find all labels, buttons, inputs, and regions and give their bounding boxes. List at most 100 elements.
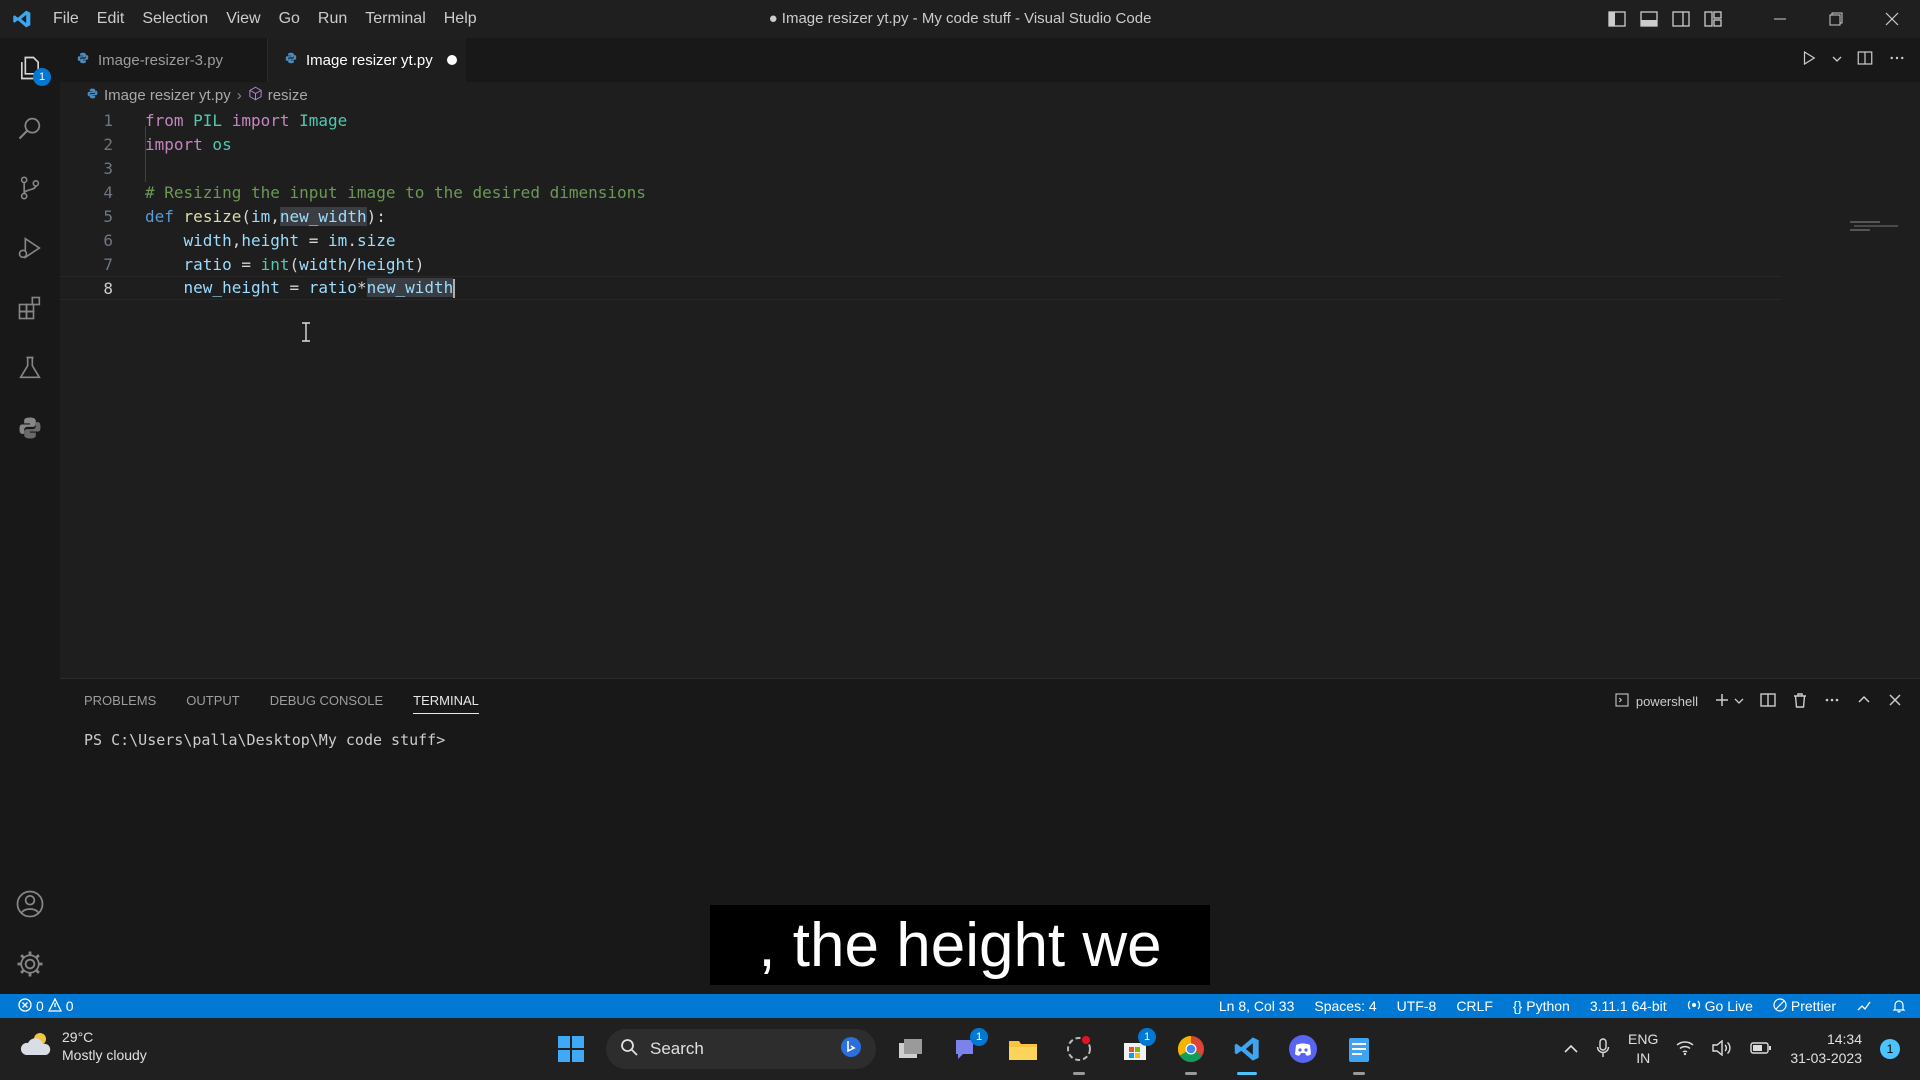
toggle-secondary-sidebar-icon[interactable] xyxy=(1670,9,1692,29)
active-indicator xyxy=(1237,1072,1257,1075)
braces-icon: {} xyxy=(1512,998,1523,1014)
tab-image-resizer-3[interactable]: Image-resizer-3.py xyxy=(60,38,268,82)
tab-image-resizer-yt[interactable]: Image resizer yt.py xyxy=(268,38,466,82)
weather-widget[interactable]: 29°C Mostly cloudy xyxy=(20,1028,147,1064)
breadcrumb-symbol[interactable]: resize xyxy=(268,87,308,104)
menu-help[interactable]: Help xyxy=(435,10,486,28)
menu-terminal[interactable]: Terminal xyxy=(356,10,434,28)
breadcrumb-file[interactable]: Image resizer yt.py xyxy=(104,87,231,104)
show-hidden-icons-chevron-up-icon[interactable] xyxy=(1564,1041,1578,1057)
customize-layout-icon[interactable] xyxy=(1702,9,1724,29)
clock[interactable]: 14:34 31-03-2023 xyxy=(1790,1030,1862,1068)
split-editor-icon[interactable] xyxy=(1856,49,1874,72)
chrome-icon[interactable] xyxy=(1170,1028,1212,1075)
python-file-icon xyxy=(284,51,298,69)
code-text: def resize(im,new_width): xyxy=(145,206,386,226)
battery-icon[interactable] xyxy=(1750,1041,1772,1058)
run-python-file-icon[interactable] xyxy=(1800,49,1818,72)
tab-label: Image-resizer-3.py xyxy=(98,51,224,69)
code-text: import os xyxy=(145,134,232,154)
file-explorer-icon[interactable] xyxy=(1002,1028,1044,1070)
split-terminal-icon[interactable] xyxy=(1760,692,1776,711)
python-icon[interactable] xyxy=(0,398,60,458)
wifi-icon[interactable] xyxy=(1676,1040,1694,1059)
windows-start-icon[interactable] xyxy=(550,1028,592,1070)
file-encoding[interactable]: UTF-8 xyxy=(1397,998,1437,1014)
vscode-taskbar-icon[interactable] xyxy=(1226,1028,1268,1075)
explorer-icon[interactable]: 1 xyxy=(0,38,60,98)
taskbar-search[interactable]: Search xyxy=(606,1029,876,1069)
problems-status[interactable]: 0 0 xyxy=(18,997,74,1015)
tab-output[interactable]: OUTPUT xyxy=(186,693,239,714)
microsoft-store-icon[interactable]: 1 xyxy=(1114,1028,1156,1070)
run-dropdown-chevron-icon[interactable] xyxy=(1832,51,1842,69)
search-label: Search xyxy=(650,1039,704,1058)
language-mode[interactable]: {} Python xyxy=(1513,998,1570,1014)
run-debug-icon[interactable] xyxy=(0,218,60,278)
python-interpreter[interactable]: 3.11.1 64-bit xyxy=(1590,998,1667,1014)
more-actions-icon[interactable] xyxy=(1888,49,1906,72)
line-number: 6 xyxy=(103,230,113,250)
terminal-shell-selector[interactable]: powershell xyxy=(1614,692,1698,711)
feedback-icon[interactable] xyxy=(1856,999,1872,1013)
line-number: 5 xyxy=(103,206,113,226)
running-indicator xyxy=(1185,1072,1197,1075)
notification-center-badge[interactable]: 1 xyxy=(1880,1039,1900,1059)
code-text: from PIL import Image xyxy=(145,110,348,130)
search-icon[interactable] xyxy=(0,98,60,158)
menu-view[interactable]: View xyxy=(217,10,269,28)
extensions-icon[interactable] xyxy=(0,278,60,338)
activity-bar: 1 xyxy=(0,38,60,994)
microphone-icon[interactable] xyxy=(1596,1037,1610,1061)
tab-terminal[interactable]: TERMINAL xyxy=(413,693,479,714)
prettier-status[interactable]: Prettier xyxy=(1773,997,1836,1015)
prettier-label: Prettier xyxy=(1790,998,1836,1014)
go-live-button[interactable]: Go Live xyxy=(1687,998,1753,1015)
teams-chat-icon[interactable]: 1 xyxy=(946,1028,988,1070)
toggle-primary-sidebar-icon[interactable] xyxy=(1606,9,1628,29)
close-window-icon[interactable] xyxy=(1864,0,1920,38)
terminal-prompt[interactable]: PS C:\Users\palla\Desktop\My code stuff> xyxy=(84,731,445,749)
tab-problems[interactable]: PROBLEMS xyxy=(84,693,156,714)
code-editor[interactable]: 1 from PIL import Image 2 import os 3 4 … xyxy=(60,108,1920,678)
menu-selection[interactable]: Selection xyxy=(133,10,217,28)
bing-icon xyxy=(840,1036,862,1063)
manage-gear-icon[interactable] xyxy=(0,934,60,994)
menu-run[interactable]: Run xyxy=(309,10,356,28)
code-line: 7 ratio = int(width/height) xyxy=(60,252,1780,276)
method-symbol-icon xyxy=(248,86,263,105)
input-language[interactable]: ENG IN xyxy=(1628,1030,1658,1068)
app-unknown-icon[interactable] xyxy=(1058,1028,1100,1075)
notepad-icon[interactable] xyxy=(1338,1028,1380,1075)
new-terminal-icon[interactable] xyxy=(1714,692,1730,711)
maximize-panel-chevron-up-icon[interactable] xyxy=(1856,692,1872,711)
end-of-line[interactable]: CRLF xyxy=(1456,998,1493,1014)
line-number: 2 xyxy=(103,134,113,154)
kill-terminal-trash-icon[interactable] xyxy=(1792,692,1808,711)
menu-edit[interactable]: Edit xyxy=(88,10,134,28)
weather-temperature: 29°C xyxy=(62,1029,94,1045)
source-control-icon[interactable] xyxy=(0,158,60,218)
restore-icon[interactable] xyxy=(1808,0,1864,38)
panel-more-actions-icon[interactable] xyxy=(1824,692,1840,711)
python-file-icon xyxy=(76,51,90,69)
minimap[interactable] xyxy=(1850,218,1910,232)
tab-debug-console[interactable]: DEBUG CONSOLE xyxy=(270,693,383,714)
indentation[interactable]: Spaces: 4 xyxy=(1314,998,1376,1014)
discord-icon[interactable] xyxy=(1282,1028,1324,1070)
minimize-icon[interactable] xyxy=(1752,0,1808,38)
accounts-icon[interactable] xyxy=(0,874,60,934)
code-line: 4 # Resizing the input image to the desi… xyxy=(60,180,1780,204)
volume-icon[interactable] xyxy=(1712,1039,1732,1059)
cursor-position[interactable]: Ln 8, Col 33 xyxy=(1219,998,1295,1014)
task-view-icon[interactable] xyxy=(890,1028,932,1070)
testing-icon[interactable] xyxy=(0,338,60,398)
toggle-panel-icon[interactable] xyxy=(1638,9,1660,29)
menu-file[interactable]: File xyxy=(44,10,88,28)
unsaved-dot-icon[interactable] xyxy=(446,55,457,65)
close-panel-icon[interactable] xyxy=(1888,693,1902,710)
running-indicator xyxy=(1353,1072,1365,1075)
menu-go[interactable]: Go xyxy=(270,10,309,28)
terminal-dropdown-chevron-icon[interactable] xyxy=(1734,694,1744,709)
notifications-bell-icon[interactable] xyxy=(1892,999,1906,1013)
